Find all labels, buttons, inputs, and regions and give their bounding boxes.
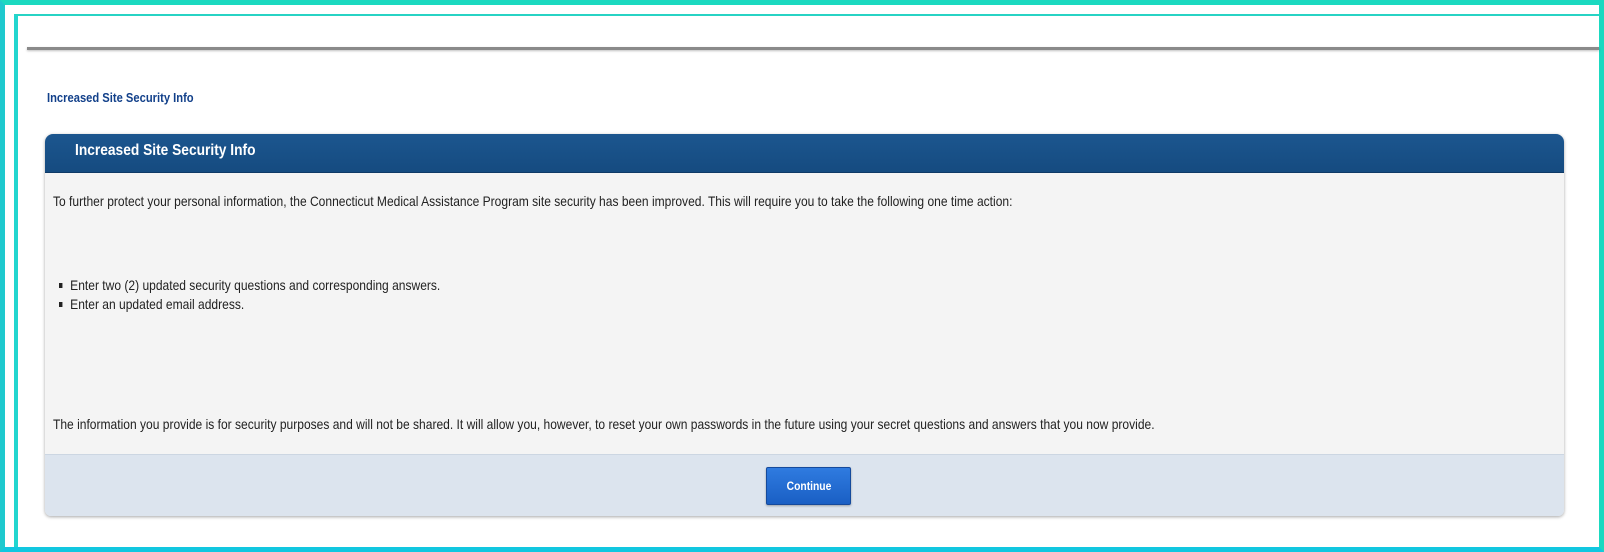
intro-text: To further protect your personal informa… bbox=[53, 193, 1013, 209]
list-item-text: Enter two (2) updated security questions… bbox=[70, 277, 441, 293]
panel-header: Increased Site Security Info bbox=[45, 134, 1564, 173]
panel-body: To further protect your personal informa… bbox=[45, 173, 1564, 454]
panel-footer: Continue bbox=[45, 454, 1564, 516]
panel-title: Increased Site Security Info bbox=[75, 142, 256, 159]
bullet-icon bbox=[59, 302, 63, 307]
continue-button[interactable]: Continue bbox=[766, 467, 851, 505]
privacy-note: The information you provide is for secur… bbox=[53, 416, 1155, 432]
action-list: Enter two (2) updated security questions… bbox=[59, 276, 502, 314]
security-info-panel: Increased Site Security Info To further … bbox=[45, 134, 1564, 516]
list-item: Enter an updated email address. bbox=[59, 295, 440, 314]
top-divider bbox=[27, 47, 1599, 50]
list-item: Enter two (2) updated security questions… bbox=[59, 276, 440, 295]
screenshot-frame: Increased Site Security Info Increased S… bbox=[0, 0, 1604, 552]
page-title: Increased Site Security Info bbox=[47, 90, 194, 105]
continue-button-label: Continue bbox=[786, 479, 831, 493]
bullet-icon bbox=[59, 283, 63, 288]
list-item-text: Enter an updated email address. bbox=[70, 296, 245, 312]
